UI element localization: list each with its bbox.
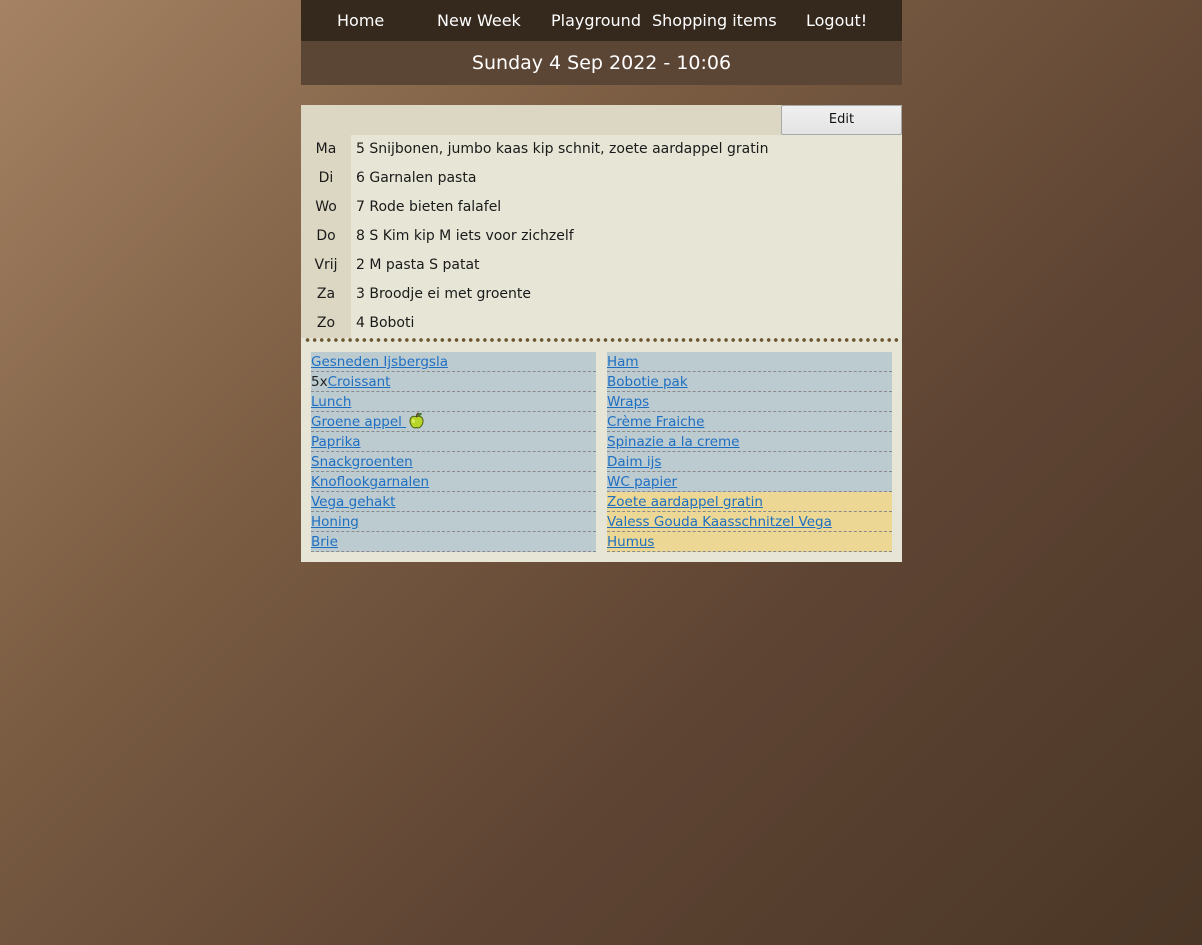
shopping-item-name: Gesneden Ijsbergsla: [311, 354, 448, 370]
shopping-item: Lunch: [311, 392, 596, 412]
shopping-item: Honing: [311, 512, 596, 532]
shopping-item-name: Daim ijs: [607, 454, 662, 470]
shopping-item: Groene appel: [311, 412, 596, 432]
week-planner-panel: Edit Ma 5 Snijbonen, jumbo kaas kip schni…: [301, 105, 902, 562]
shopping-item-name: Lunch: [311, 394, 352, 410]
shopping-item-link[interactable]: Vega gehakt: [311, 494, 395, 510]
meal-text: 6 Garnalen pasta: [356, 170, 477, 186]
day-label: Do: [301, 222, 351, 251]
shopping-item-name: Brie: [311, 534, 338, 550]
week-row: Vrij 2 M pasta S patat: [301, 251, 902, 280]
week-row: Ma 5 Snijbonen, jumbo kaas kip schnit, zo…: [301, 135, 902, 164]
panel-header: Edit: [301, 105, 902, 135]
shopping-item-name: Crème Fraiche: [607, 414, 705, 430]
meal-text: 8 S Kim kip M iets voor zichzelf: [356, 228, 574, 244]
day-label: Vrij: [301, 251, 351, 280]
shopping-item: Brie: [311, 532, 596, 552]
meal-text: 3 Broodje ei met groente: [356, 286, 532, 302]
day-label: Wo: [301, 193, 351, 222]
week-row: Wo 7 Rode bieten falafel: [301, 193, 902, 222]
shopping-item-link[interactable]: Ham: [607, 354, 639, 370]
shopping-item-link[interactable]: Humus: [607, 534, 654, 550]
nav-playground-link[interactable]: Playground: [551, 0, 641, 41]
shopping-item-name: WC papier: [607, 474, 678, 490]
shopping-item-name: Vega gehakt: [311, 494, 396, 510]
app-container: Home New Week Playground Shopping items …: [301, 0, 902, 562]
shopping-item: Ham: [607, 352, 892, 372]
shopping-item-name: Groene appel: [311, 414, 402, 430]
shopping-item: WC papier: [607, 472, 892, 492]
top-navigation: Home New Week Playground Shopping items …: [301, 0, 902, 41]
shopping-item-link[interactable]: Croissant: [328, 374, 391, 390]
nav-new-week-link[interactable]: New Week: [437, 0, 521, 41]
shopping-item-link[interactable]: Spinazie a la creme: [607, 434, 739, 450]
shopping-item-name: Snackgroenten: [311, 454, 413, 470]
current-date: Sunday 4 Sep 2022 - 10:06: [301, 41, 902, 85]
shopping-item-link[interactable]: Honing: [311, 514, 359, 530]
shopping-item-name: Bobotie pak: [607, 374, 688, 390]
shopping-item-link[interactable]: Groene appel: [311, 412, 425, 430]
shopping-item: Knoflookgarnalen: [311, 472, 596, 492]
shopping-item-link[interactable]: Paprika: [311, 434, 361, 450]
day-label: Zo: [301, 309, 351, 338]
shopping-item-name: Croissant: [327, 374, 391, 390]
shopping-item-name: Valess Gouda Kaasschnitzel Vega: [607, 514, 832, 530]
week-row: Di 6 Garnalen pasta: [301, 164, 902, 193]
meal-text: 2 M pasta S patat: [356, 257, 480, 273]
shopping-item-link[interactable]: Daim ijs: [607, 454, 661, 470]
day-label: Za: [301, 280, 351, 309]
shopping-item-link[interactable]: Knoflookgarnalen: [311, 474, 429, 490]
shopping-item: Wraps: [607, 392, 892, 412]
shopping-item-name: Knoflookgarnalen: [311, 474, 430, 490]
shopping-item-name: Honing: [311, 514, 359, 530]
nav-shopping-items-link[interactable]: Shopping items: [652, 0, 777, 41]
dotted-divider: [304, 338, 900, 342]
shopping-item-name: Wraps: [607, 394, 650, 410]
shopping-item-name: Paprika: [311, 434, 361, 450]
shopping-list-left: Gesneden Ijsbergsla 5xCroissant Lunch Groen…: [311, 352, 596, 552]
shopping-item-name: Humus: [607, 534, 655, 550]
shopping-item-name: Zoete aardappel gratin: [607, 494, 763, 510]
shopping-item-link[interactable]: Wraps: [607, 394, 649, 410]
shopping-item-link[interactable]: Crème Fraiche: [607, 414, 704, 430]
shopping-item: Daim ijs: [607, 452, 892, 472]
shopping-item-link[interactable]: Valess Gouda Kaasschnitzel Vega: [607, 514, 832, 530]
shopping-item: Vega gehakt: [311, 492, 596, 512]
week-row: Do 8 S Kim kip M iets voor zichzelf: [301, 222, 902, 251]
shopping-item: Gesneden Ijsbergsla: [311, 352, 596, 372]
shopping-item: Bobotie pak: [607, 372, 892, 392]
shopping-item-link[interactable]: WC papier: [607, 474, 677, 490]
day-label: Di: [301, 164, 351, 193]
shopping-item-name: Ham: [607, 354, 639, 370]
shopping-item-name: Spinazie a la creme: [607, 434, 740, 450]
day-label: Ma: [301, 135, 351, 164]
shopping-item: Snackgroenten: [311, 452, 596, 472]
shopping-item-link[interactable]: Brie: [311, 534, 338, 550]
shopping-item-link[interactable]: Lunch: [311, 394, 351, 410]
week-row: Zo 4 Boboti: [301, 309, 902, 338]
green-apple-icon: [409, 412, 424, 429]
meal-text: 5 Snijbonen, jumbo kaas kip schnit, zoet…: [356, 141, 769, 157]
shopping-item-link[interactable]: Snackgroenten: [311, 454, 413, 470]
shopping-item: Spinazie a la creme: [607, 432, 892, 452]
shopping-item: Valess Gouda Kaasschnitzel Vega: [607, 512, 892, 532]
nav-home-link[interactable]: Home: [337, 0, 384, 41]
shopping-item-link[interactable]: Gesneden Ijsbergsla: [311, 354, 448, 370]
meal-text: 4 Boboti: [356, 315, 415, 331]
shopping-item-link[interactable]: Bobotie pak: [607, 374, 688, 390]
item-quantity: 5x: [311, 374, 328, 390]
shopping-item: 5xCroissant: [311, 372, 596, 392]
week-row: Za 3 Broodje ei met groente: [301, 280, 902, 309]
shopping-item: Humus: [607, 532, 892, 552]
shopping-item: Crème Fraiche: [607, 412, 892, 432]
shopping-item: Zoete aardappel gratin: [607, 492, 892, 512]
shopping-item-link[interactable]: Zoete aardappel gratin: [607, 494, 763, 510]
edit-button[interactable]: Edit: [781, 105, 902, 135]
nav-logout-link[interactable]: Logout!: [806, 0, 867, 41]
shopping-list-right: Ham Bobotie pak Wraps Crème Fraiche Spinazie…: [607, 352, 892, 552]
shopping-item: Paprika: [311, 432, 596, 452]
meal-text: 7 Rode bieten falafel: [356, 199, 502, 215]
